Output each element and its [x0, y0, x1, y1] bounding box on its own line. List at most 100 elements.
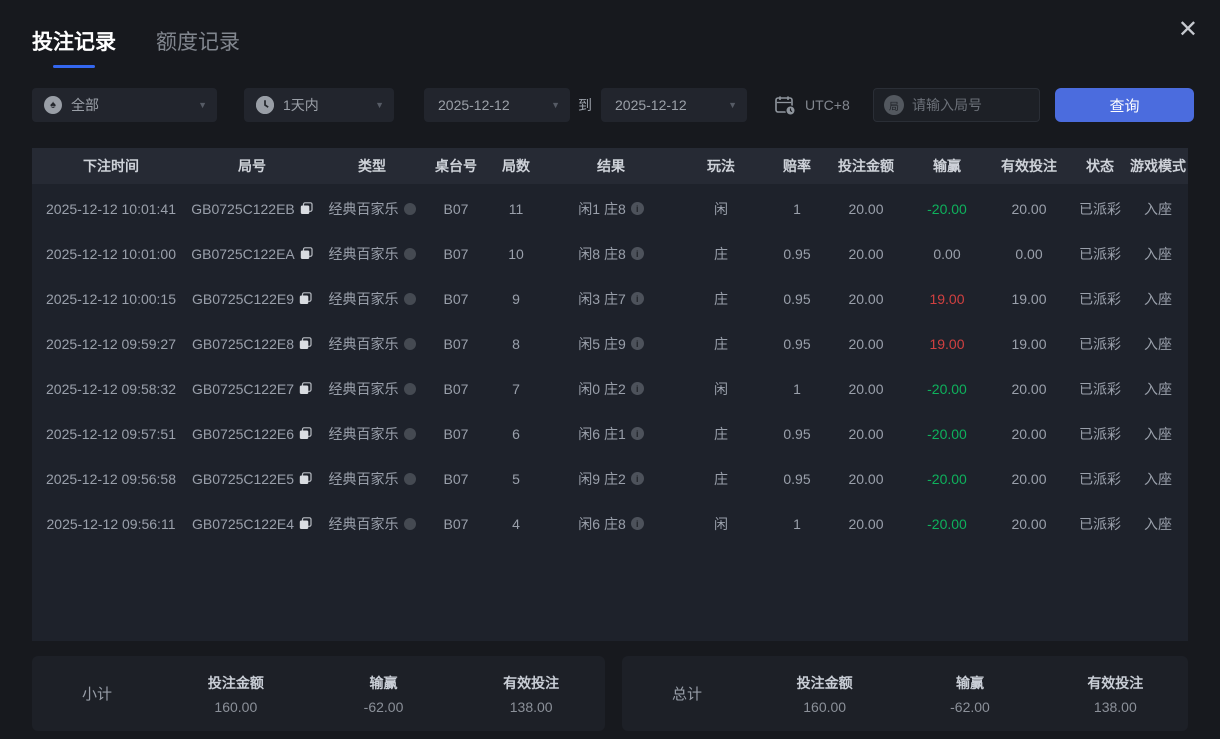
cell-valid-bet: 20.00: [986, 381, 1072, 397]
cell-valid-bet: 20.00: [986, 201, 1072, 217]
tab-betting-records[interactable]: 投注记录: [32, 26, 116, 68]
cell-rounds: 9: [482, 291, 550, 307]
cell-game-mode: 入座: [1128, 514, 1188, 534]
cell-odds: 0.95: [770, 246, 824, 262]
result-text: 闲8 庄8: [578, 244, 625, 264]
subtotal-valid-bet: 有效投注 138.00: [457, 673, 605, 715]
cell-game-mode: 入座: [1128, 379, 1188, 399]
cell-valid-bet: 0.00: [986, 246, 1072, 262]
cell-game-type: 经典百家乐: [314, 469, 430, 489]
cell-bet-time: 2025-12-12 09:59:27: [32, 336, 190, 352]
cell-game-type: 经典百家乐: [314, 244, 430, 264]
tab-label: 额度记录: [156, 31, 240, 54]
cell-status: 已派彩: [1072, 379, 1128, 399]
cell-rounds: 4: [482, 516, 550, 532]
cell-odds: 1: [770, 516, 824, 532]
cell-round-id: GB0725C122E7: [190, 381, 314, 397]
info-icon[interactable]: i: [631, 472, 644, 485]
date-from-picker[interactable]: 2025-12-12 ▼: [424, 88, 570, 122]
result-text: 闲1 庄8: [578, 199, 625, 219]
info-icon[interactable]: i: [631, 427, 644, 440]
time-range-dropdown[interactable]: 1天内 ▼: [244, 88, 394, 122]
cell-odds: 0.95: [770, 291, 824, 307]
copy-icon[interactable]: [299, 427, 312, 440]
result-text: 闲9 庄2: [578, 469, 625, 489]
header-table-no: 桌台号: [430, 156, 482, 176]
subtotal-win-lose: 输赢 -62.00: [310, 673, 458, 715]
cell-bet-time: 2025-12-12 09:56:11: [32, 516, 190, 532]
cell-rounds: 11: [482, 201, 550, 217]
cell-bet-amount: 20.00: [824, 201, 908, 217]
copy-icon[interactable]: [300, 247, 313, 260]
cell-result: 闲6 庄1 i: [550, 424, 672, 444]
subtotal-bet-title: 投注金额: [162, 673, 310, 693]
cell-bet-amount: 20.00: [824, 336, 908, 352]
game-type-dropdown[interactable]: ♠ 全部 ▼: [32, 88, 217, 122]
cell-valid-bet: 20.00: [986, 426, 1072, 442]
cell-odds: 1: [770, 201, 824, 217]
query-button[interactable]: 查询: [1055, 88, 1194, 122]
header-round-id: 局号: [190, 156, 314, 176]
copy-icon[interactable]: [299, 337, 312, 350]
tab-bar: 投注记录 额度记录: [32, 26, 240, 68]
table-header-row: 下注时间 局号 类型 桌台号 局数 结果 玩法 赔率 投注金额 输赢 有效投注 …: [32, 148, 1188, 184]
game-type-dot-icon: [404, 248, 416, 260]
info-icon[interactable]: i: [631, 247, 644, 260]
info-icon[interactable]: i: [631, 292, 644, 305]
cell-bet-time: 2025-12-12 09:57:51: [32, 426, 190, 442]
subtotal-win-lose-title: 输赢: [310, 673, 458, 693]
cell-table-no: B07: [430, 291, 482, 307]
date-to-picker[interactable]: 2025-12-12 ▼: [601, 88, 747, 122]
close-icon[interactable]: ✕: [1178, 18, 1198, 42]
result-text: 闲3 庄7: [578, 289, 625, 309]
total-bet-amount: 投注金额 160.00: [752, 673, 897, 715]
result-text: 闲6 庄1: [578, 424, 625, 444]
round-search-input[interactable]: [912, 97, 1022, 113]
cell-win-lose: 19.00: [908, 336, 986, 352]
subtotal-bet-value: 160.00: [162, 699, 310, 715]
cell-result: 闲1 庄8 i: [550, 199, 672, 219]
copy-icon[interactable]: [299, 382, 312, 395]
cell-odds: 0.95: [770, 471, 824, 487]
round-id-text: GB0725C122E4: [192, 516, 294, 532]
info-icon[interactable]: i: [631, 382, 644, 395]
info-icon[interactable]: i: [631, 202, 644, 215]
cell-play: 庄: [672, 244, 770, 264]
tab-quota-records[interactable]: 额度记录: [156, 26, 240, 68]
table-body: 2025-12-12 10:01:41 GB0725C122EB 经典百家乐 B…: [32, 184, 1188, 641]
cell-odds: 0.95: [770, 336, 824, 352]
cell-win-lose: -20.00: [908, 471, 986, 487]
cell-game-type: 经典百家乐: [314, 334, 430, 354]
cell-game-type: 经典百家乐: [314, 379, 430, 399]
total-label: 总计: [622, 683, 752, 704]
info-icon[interactable]: i: [631, 337, 644, 350]
header-bet-time: 下注时间: [32, 156, 190, 176]
calendar-clock-icon: [773, 93, 797, 117]
game-type-text: 经典百家乐: [329, 469, 399, 489]
cell-rounds: 10: [482, 246, 550, 262]
round-search-field: 局: [873, 88, 1040, 122]
subtotal-bet-amount: 投注金额 160.00: [162, 673, 310, 715]
cell-bet-amount: 20.00: [824, 381, 908, 397]
cell-play: 闲: [672, 514, 770, 534]
cell-result: 闲0 庄2 i: [550, 379, 672, 399]
copy-icon[interactable]: [300, 202, 313, 215]
cell-game-mode: 入座: [1128, 334, 1188, 354]
copy-icon[interactable]: [299, 472, 312, 485]
copy-icon[interactable]: [299, 517, 312, 530]
info-icon[interactable]: i: [631, 517, 644, 530]
cell-result: 闲8 庄8 i: [550, 244, 672, 264]
cell-bet-time: 2025-12-12 10:00:15: [32, 291, 190, 307]
copy-icon[interactable]: [299, 292, 312, 305]
cell-round-id: GB0725C122EB: [190, 201, 314, 217]
total-win-lose-title: 输赢: [897, 673, 1042, 693]
cell-bet-time: 2025-12-12 09:58:32: [32, 381, 190, 397]
game-type-dot-icon: [404, 518, 416, 530]
cell-game-mode: 入座: [1128, 199, 1188, 219]
cell-result: 闲5 庄9 i: [550, 334, 672, 354]
round-id-text: GB0725C122EB: [191, 201, 295, 217]
chevron-down-icon: ▼: [728, 100, 737, 110]
cell-table-no: B07: [430, 471, 482, 487]
cell-game-mode: 入座: [1128, 424, 1188, 444]
round-id-text: GB0725C122EA: [191, 246, 295, 262]
